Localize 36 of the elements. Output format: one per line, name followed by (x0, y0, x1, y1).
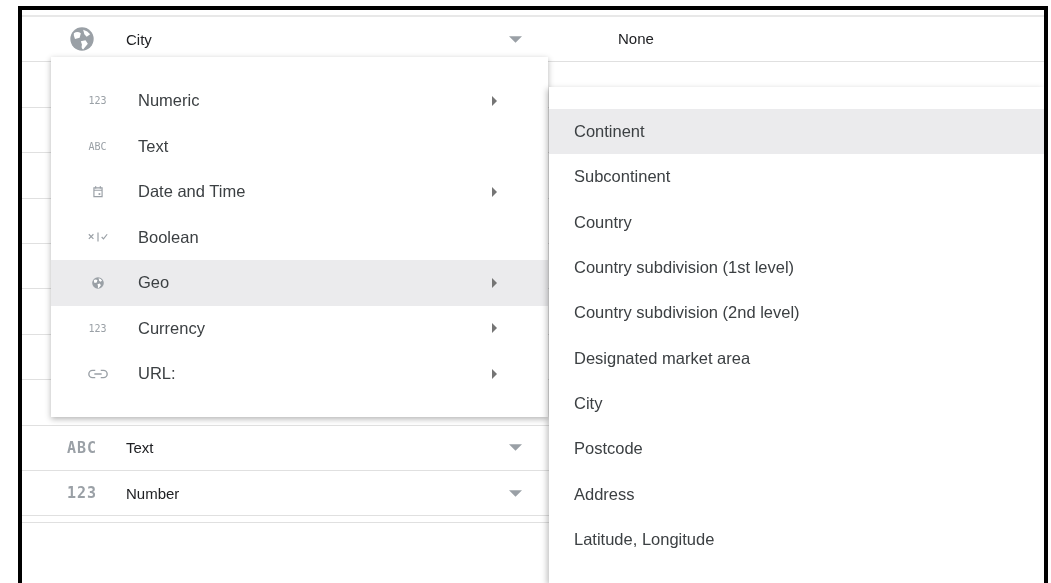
menu-item[interactable]: Country subdivision (2nd level) (549, 290, 1044, 336)
menu-item[interactable]: URL: (51, 351, 548, 397)
submenu-arrow-icon (492, 323, 497, 334)
menu-item[interactable]: Continent (549, 109, 1044, 155)
type-icon: ABC (88, 140, 107, 152)
globe-icon (68, 25, 96, 54)
dropdown-caret-icon[interactable] (509, 444, 522, 452)
field-type: Number (126, 484, 180, 502)
submenu-arrow-icon (492, 186, 497, 197)
menu-item[interactable]: 123 Currency (51, 305, 548, 351)
type-icon: 123 (88, 95, 107, 107)
dropdown-caret-icon[interactable] (509, 35, 522, 43)
menu-item[interactable]: 123 Numeric (51, 78, 548, 124)
menu-item[interactable]: Country subdivision (1st level) (549, 244, 1044, 291)
boolean-icon (86, 230, 109, 245)
menu-item[interactable]: Postcode (549, 426, 1044, 472)
type-icon: 123 (88, 322, 107, 334)
type-icon: ABC (66, 438, 98, 457)
menu-item[interactable]: Date and Time (51, 169, 548, 215)
menu-item[interactable]: Latitude, Longitude (549, 516, 1044, 562)
submenu-arrow-icon (492, 95, 497, 106)
submenu-arrow-icon (492, 277, 497, 288)
menu-item[interactable]: Designated market area (549, 335, 1044, 381)
aggregation-value: None (618, 30, 654, 48)
field-type: Text (126, 439, 154, 457)
menu-item[interactable]: Address (549, 471, 1044, 517)
menu-item[interactable]: Geo (51, 260, 548, 306)
menu-item[interactable]: Country (549, 199, 1044, 245)
type-icon: 123 (66, 484, 98, 503)
menu-item[interactable]: Subcontinent (549, 154, 1044, 200)
menu-item[interactable]: City (549, 380, 1044, 427)
menu-item[interactable]: ABC Text (51, 123, 548, 169)
submenu-arrow-icon (492, 368, 497, 379)
dropdown-caret-icon[interactable] (509, 489, 522, 497)
field-type: City (126, 30, 152, 48)
menu-item[interactable]: Boolean (51, 214, 548, 260)
